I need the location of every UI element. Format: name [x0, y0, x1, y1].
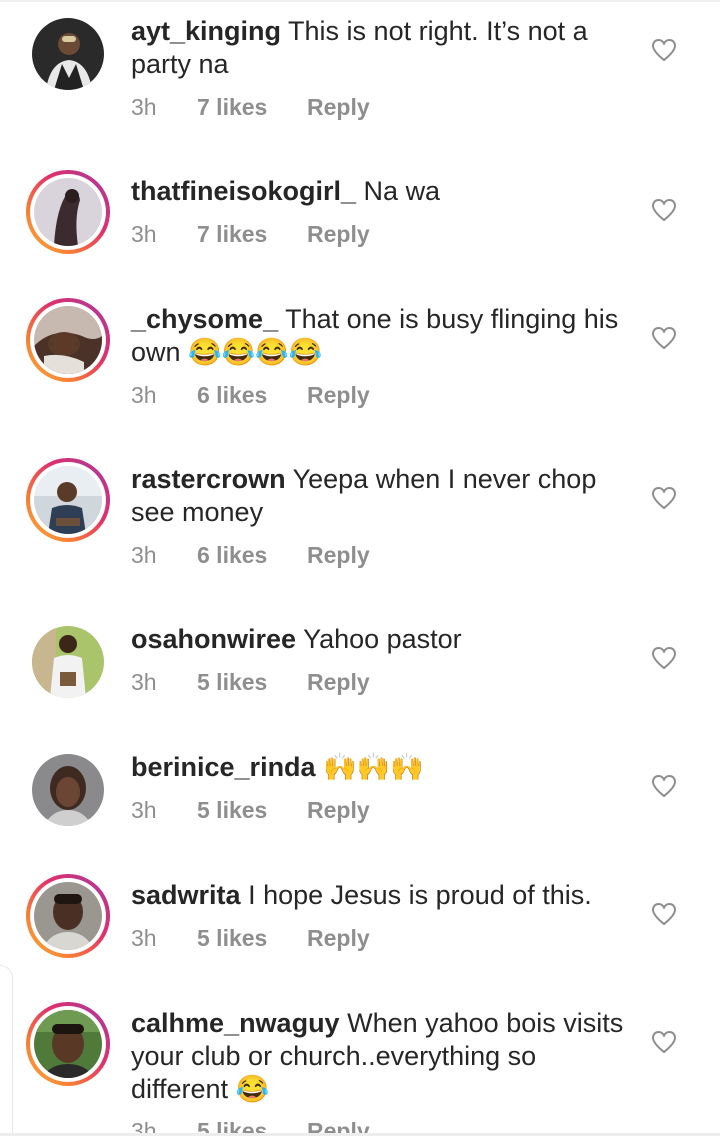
comment-likes[interactable]: 6 likes	[197, 540, 307, 570]
comment-body: Yahoo pastor	[303, 624, 462, 654]
comment-text: osahonwiree Yahoo pastor	[131, 623, 631, 656]
profile-photo	[34, 882, 102, 950]
profile-photo	[32, 18, 104, 90]
comment-meta: 3h 5 likes Reply	[131, 923, 370, 953]
comment-time: 3h	[131, 925, 157, 951]
reply-button[interactable]: Reply	[307, 92, 370, 122]
divider	[0, 0, 720, 2]
comment-time: 3h	[131, 542, 157, 568]
profile-photo	[32, 754, 104, 826]
comment-username[interactable]: rastercrown	[131, 464, 286, 494]
comment-likes[interactable]: 7 likes	[197, 92, 307, 122]
reply-button[interactable]: Reply	[307, 219, 370, 249]
comments-page: ayt_kinging This is not right. It’s not …	[0, 0, 720, 1136]
reply-button[interactable]: Reply	[307, 380, 370, 410]
heart-outline-icon[interactable]	[651, 646, 677, 670]
heart-outline-icon[interactable]	[651, 486, 677, 510]
comment-time: 3h	[131, 797, 157, 823]
comment-username[interactable]: berinice_rinda	[131, 752, 316, 782]
comment-meta: 3h 6 likes Reply	[131, 540, 370, 570]
avatar[interactable]	[26, 170, 110, 254]
comment-text: ayt_kinging This is not right. It’s not …	[131, 15, 631, 81]
divider	[0, 965, 13, 1136]
comment-time: 3h	[131, 94, 157, 120]
avatar[interactable]	[26, 748, 110, 832]
comment-likes[interactable]: 7 likes	[197, 219, 307, 249]
comment-meta: 3h 5 likes Reply	[131, 795, 370, 825]
comment-body: I hope Jesus is proud of this.	[248, 880, 592, 910]
reply-button[interactable]: Reply	[307, 795, 370, 825]
avatar[interactable]	[26, 874, 110, 958]
comment-time: 3h	[131, 221, 157, 247]
comment-text: berinice_rinda 🙌🙌🙌	[131, 751, 631, 784]
heart-outline-icon[interactable]	[651, 902, 677, 926]
profile-photo	[34, 306, 102, 374]
comment-username[interactable]: _chysome_	[131, 304, 278, 334]
heart-outline-icon[interactable]	[651, 1030, 677, 1054]
avatar[interactable]	[26, 12, 110, 96]
heart-outline-icon[interactable]	[651, 774, 677, 798]
comment-text: _chysome_ That one is busy flinging his …	[131, 303, 631, 369]
avatar[interactable]	[26, 1002, 110, 1086]
comment-time: 3h	[131, 382, 157, 408]
comment-text: sadwrita I hope Jesus is proud of this.	[131, 879, 631, 912]
avatar[interactable]	[26, 620, 110, 704]
comment-body: 🙌🙌🙌	[323, 752, 424, 782]
comment-time: 3h	[131, 669, 157, 695]
comment-meta: 3h 5 likes Reply	[131, 667, 370, 697]
avatar[interactable]	[26, 458, 110, 542]
comment-username[interactable]: ayt_kinging	[131, 16, 281, 46]
heart-outline-icon[interactable]	[651, 38, 677, 62]
reply-button[interactable]: Reply	[307, 923, 370, 953]
comment-text: rastercrown Yeepa when I never chop see …	[131, 463, 631, 529]
comment-body: Na wa	[363, 176, 441, 206]
profile-photo	[34, 466, 102, 534]
heart-outline-icon[interactable]	[651, 326, 677, 350]
profile-photo	[34, 1010, 102, 1078]
comment-likes[interactable]: 6 likes	[197, 380, 307, 410]
comment-username[interactable]: sadwrita	[131, 880, 241, 910]
comment-likes[interactable]: 5 likes	[197, 923, 307, 953]
avatar[interactable]	[26, 298, 110, 382]
comment-text: calhme_nwaguy When yahoo bois visits you…	[131, 1007, 631, 1106]
comment-likes[interactable]: 5 likes	[197, 667, 307, 697]
comment-meta: 3h 7 likes Reply	[131, 92, 370, 122]
comment-likes[interactable]: 5 likes	[197, 795, 307, 825]
heart-outline-icon[interactable]	[651, 198, 677, 222]
comment-meta: 3h 7 likes Reply	[131, 219, 370, 249]
comment-username[interactable]: calhme_nwaguy	[131, 1008, 340, 1038]
profile-photo	[34, 178, 102, 246]
reply-button[interactable]: Reply	[307, 540, 370, 570]
comment-meta: 3h 6 likes Reply	[131, 380, 370, 410]
comment-username[interactable]: thatfineisokogirl_	[131, 176, 356, 206]
comment-username[interactable]: osahonwiree	[131, 624, 296, 654]
comment-text: thatfineisokogirl_ Na wa	[131, 175, 631, 208]
reply-button[interactable]: Reply	[307, 667, 370, 697]
profile-photo	[32, 626, 104, 698]
